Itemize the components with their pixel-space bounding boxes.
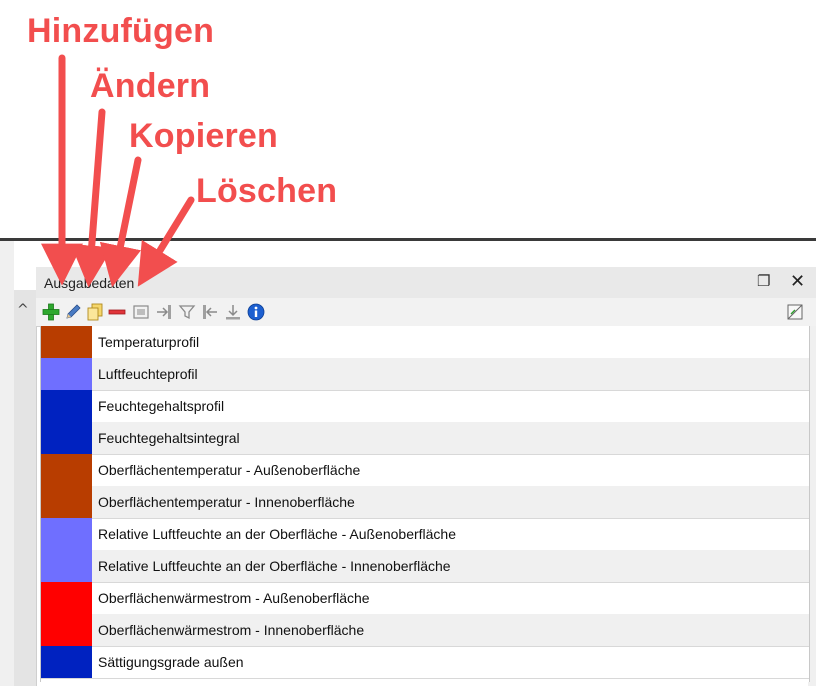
output-label: Sättigungsgrade außen bbox=[98, 654, 244, 670]
output-list: Temperaturprofil Luftfeuchteprofil Feuchte… bbox=[40, 326, 810, 682]
output-row[interactable]: Temperaturprofil bbox=[41, 326, 809, 359]
left-panel-edge bbox=[0, 241, 14, 686]
color-swatch[interactable] bbox=[41, 582, 92, 614]
panel-title-bar: Ausgabedaten ❐ ✕ bbox=[36, 267, 816, 299]
output-label: Oberflächenwärmestrom - Außenoberfläche bbox=[98, 590, 370, 606]
output-toolbar bbox=[36, 298, 816, 327]
filter-icon[interactable] bbox=[178, 303, 196, 321]
output-row[interactable]: Oberflächentemperatur - Innenoberfläche bbox=[41, 486, 809, 519]
color-swatch[interactable] bbox=[41, 486, 92, 518]
color-swatch[interactable] bbox=[41, 614, 92, 646]
color-swatch[interactable] bbox=[41, 390, 92, 422]
output-row[interactable]: Oberflächenwärmestrom - Außenoberfläche bbox=[41, 582, 809, 615]
annotation-delete: Löschen bbox=[196, 172, 338, 210]
info-icon[interactable] bbox=[247, 303, 265, 321]
output-label: Relative Luftfeuchte an der Oberfläche -… bbox=[98, 558, 451, 574]
float-window-icon[interactable]: ❐ bbox=[757, 272, 770, 290]
annotation-edit: Ändern bbox=[90, 67, 211, 105]
close-panel-button[interactable]: ✕ bbox=[790, 271, 805, 292]
copy-icon[interactable] bbox=[86, 303, 104, 321]
output-label: Luftfeuchteprofil bbox=[98, 366, 198, 382]
table-toggle-icon[interactable] bbox=[786, 303, 804, 321]
left-scrollbar[interactable]: ^ bbox=[14, 290, 37, 686]
output-row[interactable]: Oberflächenwärmestrom - Innenoberfläche bbox=[41, 614, 809, 647]
add-icon[interactable] bbox=[42, 303, 60, 321]
annotation-copy: Kopieren bbox=[129, 117, 278, 155]
output-label: Oberflächentemperatur - Innenoberfläche bbox=[98, 494, 355, 510]
panel-gap bbox=[36, 241, 816, 267]
output-row[interactable]: Relative Luftfeuchte an der Oberfläche -… bbox=[41, 550, 809, 583]
output-settings-icon[interactable] bbox=[132, 303, 150, 321]
output-label: Oberflächentemperatur - Außenoberfläche bbox=[98, 462, 361, 478]
output-row[interactable]: Feuchtegehaltsintegral bbox=[41, 422, 809, 455]
panel-title: Ausgabedaten bbox=[44, 275, 135, 291]
output-label: Temperaturprofil bbox=[98, 334, 200, 350]
annotation-add: Hinzufügen bbox=[27, 12, 215, 50]
color-swatch[interactable] bbox=[41, 422, 92, 454]
color-swatch[interactable] bbox=[41, 550, 92, 582]
output-row[interactable]: Relative Luftfeuchte an der Oberfläche -… bbox=[41, 518, 809, 551]
color-swatch[interactable] bbox=[41, 518, 92, 550]
edit-pencil-icon[interactable] bbox=[64, 303, 82, 321]
output-row[interactable]: Sättigungsgrade außen bbox=[41, 646, 809, 679]
move-right-icon[interactable] bbox=[155, 303, 173, 321]
sort-icon[interactable] bbox=[224, 303, 242, 321]
output-row[interactable]: Feuchtegehaltsprofil bbox=[41, 390, 809, 423]
output-row[interactable]: Luftfeuchteprofil bbox=[41, 358, 809, 391]
output-label: Oberflächenwärmestrom - Innenoberfläche bbox=[98, 622, 365, 638]
color-swatch[interactable] bbox=[41, 646, 92, 678]
color-swatch[interactable] bbox=[41, 358, 92, 390]
delete-icon[interactable] bbox=[108, 303, 126, 321]
output-row[interactable]: Oberflächentemperatur - Außenoberfläche bbox=[41, 454, 809, 487]
color-swatch[interactable] bbox=[41, 326, 92, 358]
output-label: Feuchtegehaltsprofil bbox=[98, 398, 225, 414]
output-label: Feuchtegehaltsintegral bbox=[98, 430, 240, 446]
color-swatch[interactable] bbox=[41, 454, 92, 486]
scroll-up-icon[interactable]: ^ bbox=[17, 302, 29, 318]
output-label: Relative Luftfeuchte an der Oberfläche -… bbox=[98, 526, 456, 542]
move-left-icon[interactable] bbox=[201, 303, 219, 321]
